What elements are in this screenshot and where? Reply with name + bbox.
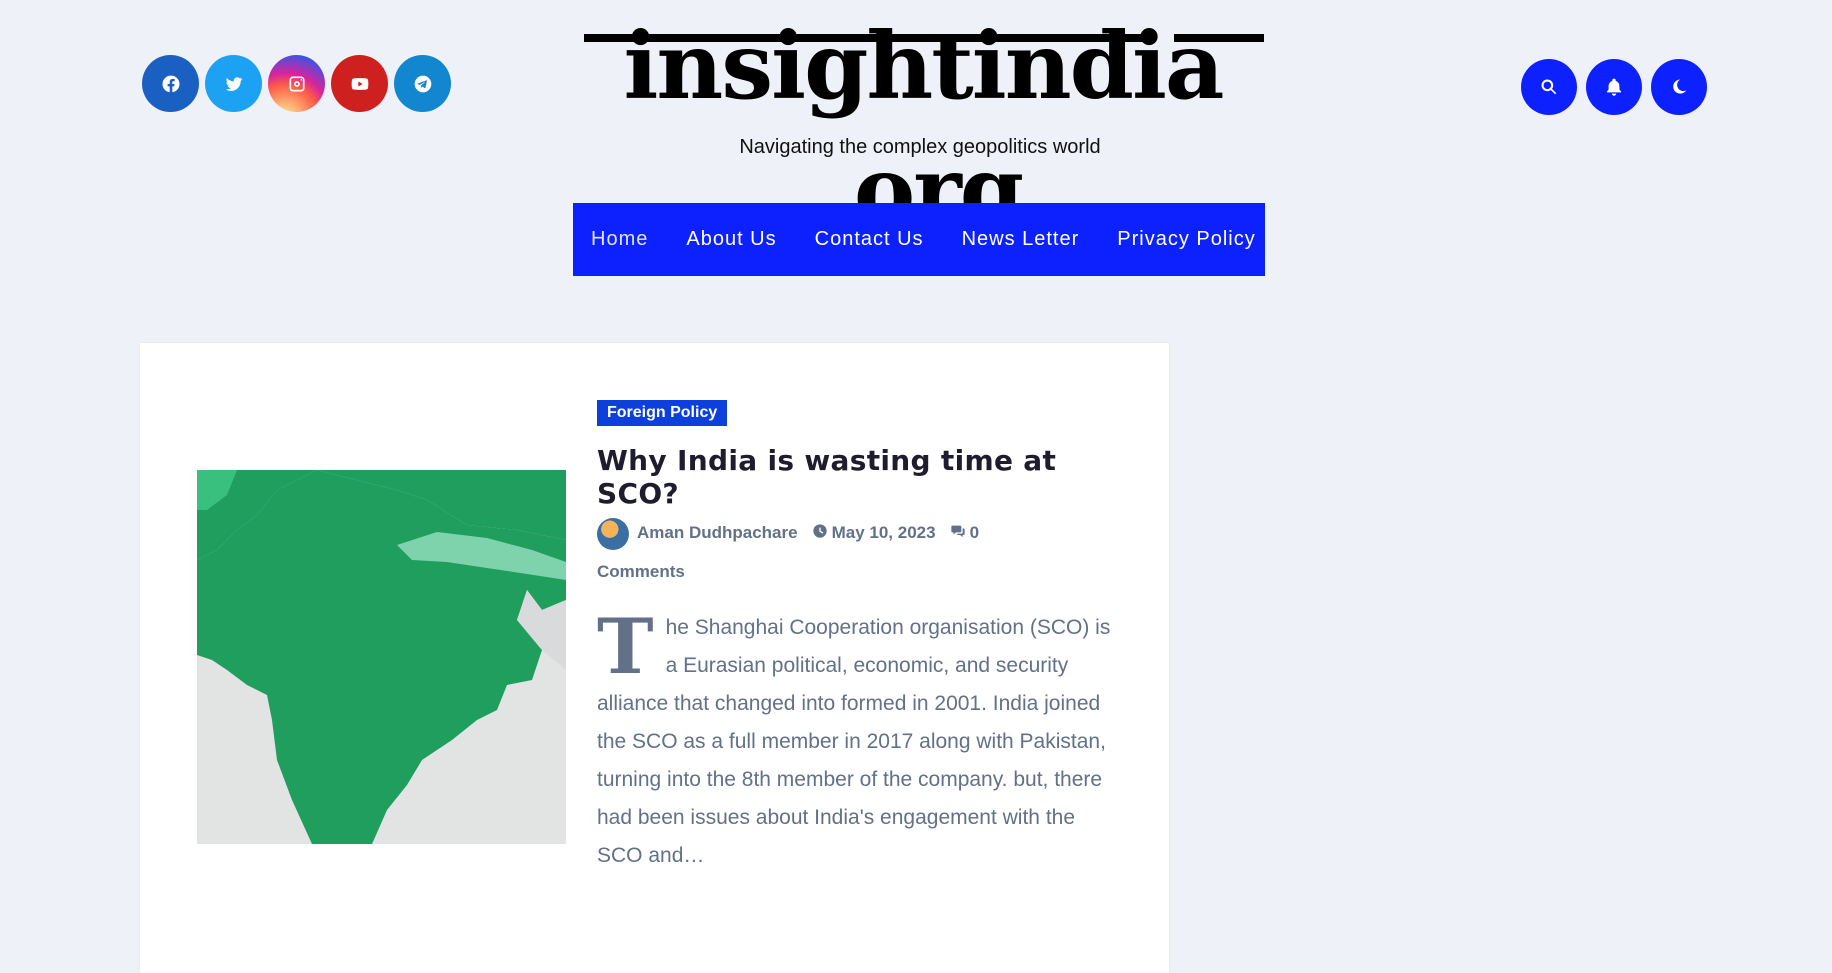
post-excerpt: The Shanghai Cooperation organisation (S… (597, 609, 1117, 875)
instagram-icon[interactable] (268, 55, 325, 112)
dropcap-letter: T (597, 602, 654, 691)
category-badge[interactable]: Foreign Policy (597, 400, 728, 426)
site-tagline: Navigating the complex geopolitics world (739, 136, 1101, 158)
india-map-image[interactable] (197, 470, 566, 844)
nav-item-contact-us[interactable]: Contact Us (815, 228, 924, 251)
moon-icon[interactable] (1651, 59, 1707, 115)
post-card: Foreign Policy Why India is wasting time… (140, 343, 1169, 973)
header-tools (1521, 59, 1707, 115)
main-navigation: Home About Us Contact Us News Letter Pri… (573, 203, 1265, 276)
nav-item-news-letter[interactable]: News Letter (962, 228, 1080, 251)
author-name[interactable]: Aman Dudhpachare (637, 523, 798, 542)
comments-icon (950, 515, 966, 553)
search-icon[interactable] (1521, 59, 1577, 115)
excerpt-text: he Shanghai Cooperation organisation (SC… (597, 616, 1111, 867)
nav-item-privacy-policy[interactable]: Privacy Policy (1117, 228, 1255, 251)
author-avatar[interactable] (597, 517, 629, 550)
post-title[interactable]: Why India is wasting time at SCO? (597, 444, 1137, 510)
clock-icon (812, 515, 828, 553)
site-logo[interactable]: insightindia .org (578, 4, 1268, 244)
bell-icon[interactable] (1586, 59, 1642, 115)
facebook-icon[interactable] (142, 55, 199, 112)
telegram-icon[interactable] (394, 55, 451, 112)
post-meta: Aman Dudhpachare May 10, 2023 0 Comments (597, 514, 1057, 591)
post-date[interactable]: May 10, 2023 (832, 523, 936, 542)
youtube-icon[interactable] (331, 55, 388, 112)
twitter-icon[interactable] (205, 55, 262, 112)
nav-item-about-us[interactable]: About Us (686, 228, 776, 251)
social-links (142, 55, 451, 112)
nav-item-home[interactable]: Home (591, 228, 648, 251)
